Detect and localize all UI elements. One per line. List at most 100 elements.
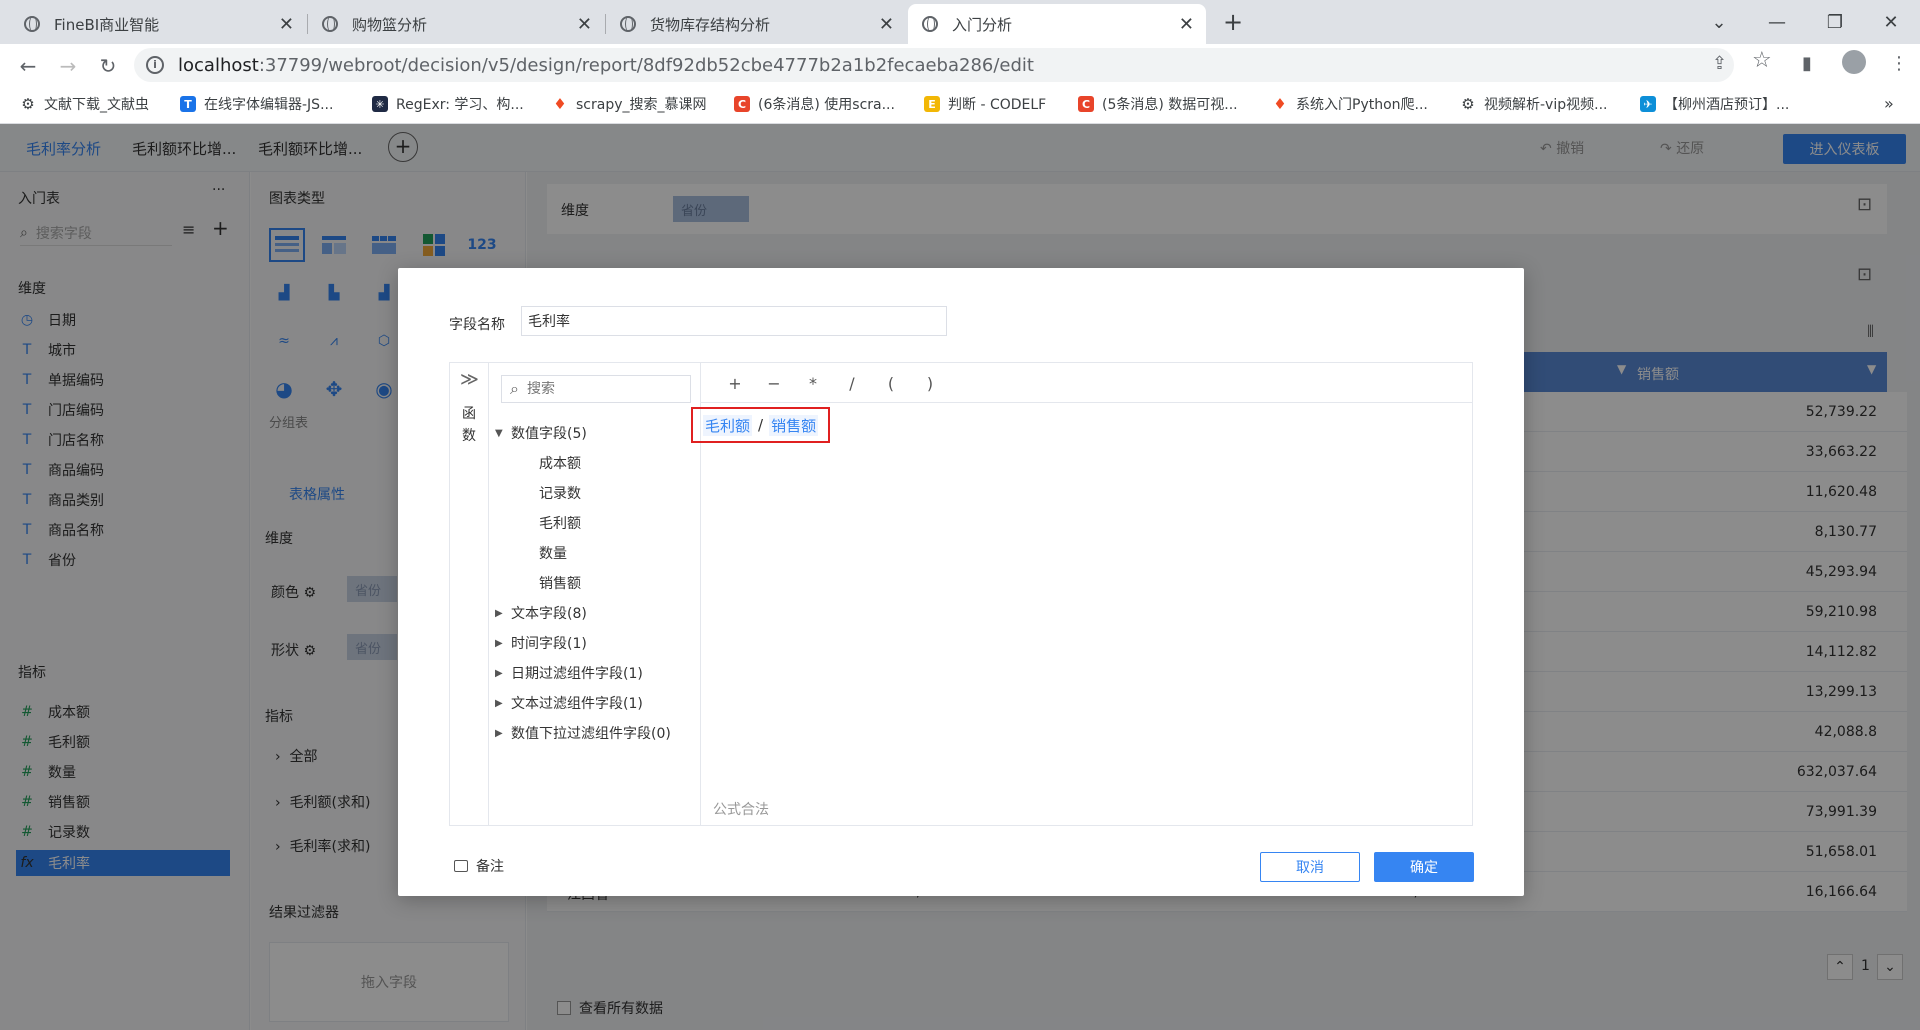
share-icon[interactable]: ⇪ bbox=[1712, 53, 1727, 74]
globe-icon bbox=[620, 16, 636, 32]
bookmark-icon: ✳ bbox=[372, 96, 388, 112]
field-search-input[interactable] bbox=[526, 381, 677, 397]
bookmark-item[interactable]: T 在线字体编辑器-JS... bbox=[180, 94, 333, 114]
bookmarks-overflow-icon[interactable]: » bbox=[1884, 94, 1894, 113]
bookmark-icon: C bbox=[1078, 96, 1094, 112]
tree-group-time[interactable]: ▶ 时间字段(1) bbox=[495, 633, 587, 653]
formula-editor: + − * / ( ) 毛利额 / 销售额 公式合法 bbox=[691, 363, 1472, 825]
formula-field-token[interactable]: 毛利额 bbox=[703, 414, 753, 436]
minimize-button[interactable]: — bbox=[1748, 0, 1806, 44]
bookmark-item[interactable]: C (6条消息) 使用scra... bbox=[734, 94, 895, 114]
tree-field[interactable]: 成本额 bbox=[539, 453, 581, 473]
tab-title: FineBI商业智能 bbox=[54, 15, 160, 34]
field-name-label: 字段名称 bbox=[449, 317, 505, 333]
formula-editor-body: ≫ 函数 ⌕ ▼数值字段(5) 成本额 记录数 毛利额 数量 销售额 ▶文本字段… bbox=[449, 362, 1473, 826]
bookmark-item[interactable]: ⚙ 文献下载_文献虫 bbox=[20, 94, 149, 114]
collapsed-arrow-icon: ▶ bbox=[495, 607, 503, 619]
tree-group-numeric[interactable]: ▼ 数值字段(5) bbox=[495, 423, 587, 443]
sidebar-icon[interactable]: ▮ bbox=[1802, 53, 1812, 74]
bookmark-item[interactable]: C (5条消息) 数据可视... bbox=[1078, 94, 1238, 114]
profile-avatar[interactable] bbox=[1842, 50, 1866, 74]
bookmark-icon: ✈ bbox=[1640, 96, 1656, 112]
bookmark-star-icon[interactable]: ☆ bbox=[1752, 48, 1772, 73]
tree-group-text[interactable]: ▶ 文本字段(8) bbox=[495, 603, 587, 623]
field-list: ⌕ ▼数值字段(5) 成本额 记录数 毛利额 数量 销售额 ▶文本字段(8) ▶… bbox=[489, 363, 701, 825]
comment-icon bbox=[454, 860, 468, 872]
right-paren-button[interactable]: ) bbox=[918, 371, 942, 395]
address-bar: ← → ↻ i localhost:37799/webroot/decision… bbox=[0, 44, 1920, 86]
maximize-button[interactable]: ❐ bbox=[1806, 0, 1864, 44]
function-panel-toggle[interactable]: ≫ 函数 bbox=[450, 363, 489, 825]
collapsed-arrow-icon: ▶ bbox=[495, 667, 503, 679]
operator-toolbar: + − * / ( ) bbox=[701, 363, 1472, 403]
formula-operator: / bbox=[758, 416, 764, 434]
collapsed-arrow-icon: ▶ bbox=[495, 727, 503, 739]
tab-title: 购物篮分析 bbox=[352, 15, 428, 34]
note-button[interactable]: 备注 bbox=[454, 856, 504, 876]
formula-field-token[interactable]: 销售额 bbox=[769, 414, 819, 436]
cancel-button[interactable]: 取消 bbox=[1260, 852, 1360, 882]
tree-field[interactable]: 数量 bbox=[539, 543, 567, 563]
divide-operator-button[interactable]: / bbox=[840, 371, 864, 395]
formula-input[interactable]: 毛利额 / 销售额 bbox=[691, 407, 831, 443]
search-icon: ⌕ bbox=[510, 379, 519, 398]
bookmark-icon: ⚙ bbox=[21, 95, 35, 113]
browser-tab-inventory[interactable]: 货物库存结构分析 ✕ bbox=[606, 4, 906, 44]
tree-field[interactable]: 毛利额 bbox=[539, 513, 581, 533]
close-icon[interactable]: ✕ bbox=[279, 14, 294, 35]
tree-field[interactable]: 销售额 bbox=[539, 573, 581, 593]
browser-tab-intro[interactable]: 入门分析 ✕ bbox=[908, 4, 1206, 44]
confirm-button[interactable]: 确定 bbox=[1374, 852, 1474, 882]
bookmark-icon: ♦ bbox=[553, 95, 567, 113]
field-name-input[interactable] bbox=[521, 306, 947, 336]
bookmark-icon: C bbox=[734, 96, 750, 112]
plus-operator-button[interactable]: + bbox=[723, 371, 747, 395]
window-close-button[interactable]: ✕ bbox=[1862, 0, 1920, 44]
info-icon[interactable]: i bbox=[146, 56, 164, 74]
forward-button[interactable]: → bbox=[54, 52, 82, 80]
left-paren-button[interactable]: ( bbox=[879, 371, 903, 395]
globe-icon bbox=[322, 16, 338, 32]
reload-button[interactable]: ↻ bbox=[94, 52, 122, 80]
tab-search-button[interactable]: ⌄ bbox=[1690, 0, 1748, 44]
new-tab-button[interactable]: + bbox=[1210, 0, 1256, 44]
globe-icon bbox=[24, 16, 40, 32]
tree-field[interactable]: 记录数 bbox=[539, 483, 581, 503]
bookmarks-bar: ⚙ 文献下载_文献虫 T 在线字体编辑器-JS... ✳ RegExr: 学习、构..… bbox=[0, 86, 1920, 124]
close-icon[interactable]: ✕ bbox=[879, 14, 894, 35]
bookmark-item[interactable]: E 判断 - CODELF bbox=[924, 94, 1046, 114]
tab-title: 入门分析 bbox=[952, 15, 1013, 34]
expand-chevron-icon[interactable]: ≫ bbox=[460, 369, 479, 390]
bookmark-item[interactable]: ♦ 系统入门Python爬... bbox=[1272, 94, 1428, 114]
bookmark-icon: ⚙ bbox=[1461, 95, 1475, 113]
tree-group-date-filter[interactable]: ▶ 日期过滤组件字段(1) bbox=[495, 663, 643, 683]
function-label: 函数 bbox=[462, 406, 476, 444]
formula-status: 公式合法 bbox=[713, 802, 769, 818]
close-icon[interactable]: ✕ bbox=[1179, 14, 1194, 35]
globe-icon bbox=[922, 16, 938, 32]
bookmark-icon: ♦ bbox=[1273, 95, 1287, 113]
close-icon[interactable]: ✕ bbox=[577, 14, 592, 35]
minus-operator-button[interactable]: − bbox=[762, 371, 786, 395]
browser-tab-basket[interactable]: 购物篮分析 ✕ bbox=[308, 4, 604, 44]
menu-kebab-icon[interactable]: ⋮ bbox=[1890, 53, 1908, 74]
browser-tab-bar: FineBI商业智能 ✕ 购物篮分析 ✕ 货物库存结构分析 ✕ 入门分析 ✕ +… bbox=[0, 0, 1920, 44]
back-button[interactable]: ← bbox=[14, 52, 42, 80]
browser-tab-finebi[interactable]: FineBI商业智能 ✕ bbox=[10, 4, 306, 44]
calculated-field-dialog: 字段名称 ≫ 函数 ⌕ ▼数值字段(5) 成本额 记录数 毛利额 数量 销售额 … bbox=[398, 268, 1524, 896]
expanded-arrow-icon: ▼ bbox=[495, 427, 503, 439]
url-text: localhost:37799/webroot/decision/v5/desi… bbox=[178, 54, 1034, 76]
tree-group-numeric-filter[interactable]: ▶ 数值下拉过滤组件字段(0) bbox=[495, 723, 671, 743]
bookmark-item[interactable]: ♦ scrapy_搜索_慕课网 bbox=[552, 94, 706, 114]
bookmark-item[interactable]: ✳ RegExr: 学习、构... bbox=[372, 94, 524, 114]
bookmark-icon: E bbox=[924, 96, 940, 112]
url-input[interactable]: i localhost:37799/webroot/decision/v5/de… bbox=[134, 48, 1734, 82]
bookmark-icon: T bbox=[180, 96, 196, 112]
collapsed-arrow-icon: ▶ bbox=[495, 637, 503, 649]
field-search-box[interactable]: ⌕ bbox=[501, 375, 691, 403]
tree-group-text-filter[interactable]: ▶ 文本过滤组件字段(1) bbox=[495, 693, 643, 713]
bookmark-item[interactable]: ✈ 【柳州酒店预订】... bbox=[1640, 94, 1789, 114]
bookmark-item[interactable]: ⚙ 视频解析-vip视频... bbox=[1460, 94, 1607, 114]
multiply-operator-button[interactable]: * bbox=[801, 371, 825, 395]
collapsed-arrow-icon: ▶ bbox=[495, 697, 503, 709]
